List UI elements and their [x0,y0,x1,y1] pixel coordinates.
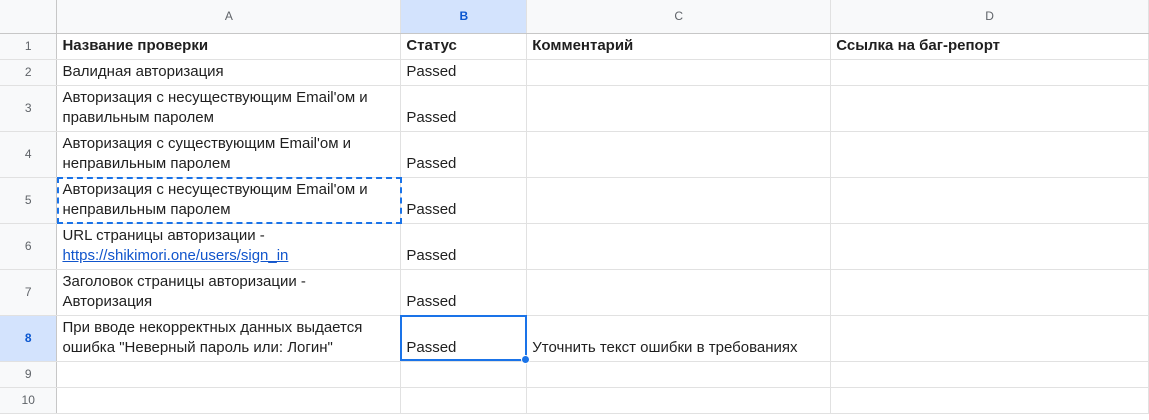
row-header[interactable]: 2 [0,59,58,86]
cell-b1[interactable]: Статус [400,33,528,60]
cell-d1[interactable]: Ссылка на баг-репорт [830,33,1149,60]
column-header-d[interactable]: D [830,0,1149,34]
cell-b7[interactable]: Passed [400,269,528,316]
cell-d10[interactable] [830,387,1149,414]
cell-d2[interactable] [830,59,1149,86]
cell-c8[interactable]: Уточнить текст ошибки в требованиях [526,315,832,362]
cell-c3[interactable] [526,85,832,132]
cell-c1[interactable]: Комментарий [526,33,832,60]
cell-a3[interactable]: Авторизация с несуществующим Email'ом и … [56,85,402,132]
cell-a9[interactable] [56,361,402,388]
cell-b2[interactable]: Passed [400,59,528,86]
cell-a5[interactable]: Авторизация с несуществующим Email'ом и … [56,177,402,224]
column-header-a[interactable]: A [56,0,402,34]
row-header[interactable]: 3 [0,85,58,132]
cell-b10[interactable] [400,387,528,414]
cell-c10[interactable] [526,387,832,414]
row-header[interactable]: 1 [0,33,58,60]
cell-d4[interactable] [830,131,1149,178]
cell-b3[interactable]: Passed [400,85,528,132]
cell-c6[interactable] [526,223,832,270]
cell-a4[interactable]: Авторизация с существующим Email'ом и не… [56,131,402,178]
cell-a6[interactable]: URL страницы авторизации - https://shiki… [56,223,402,270]
cell-a2[interactable]: Валидная авторизация [56,59,402,86]
cell-c4[interactable] [526,131,832,178]
cell-c5[interactable] [526,177,832,224]
cell-b6[interactable]: Passed [400,223,528,270]
cell-d3[interactable] [830,85,1149,132]
column-header-b[interactable]: B [400,0,528,34]
cell-b9[interactable] [400,361,528,388]
column-header-c[interactable]: C [526,0,832,34]
cell-c7[interactable] [526,269,832,316]
cell-a8[interactable]: При вводе некорректных данных выдается о… [56,315,402,362]
cell-b4[interactable]: Passed [400,131,528,178]
sign-in-url-link[interactable]: https://shikimori.one/users/sign_in [62,247,288,264]
cell-a7[interactable]: Заголовок страницы авторизации - Авториз… [56,269,402,316]
row-header[interactable]: 7 [0,269,58,316]
fill-handle[interactable] [521,355,530,364]
cell-a10[interactable] [56,387,402,414]
cell-c9[interactable] [526,361,832,388]
row-header[interactable]: 6 [0,223,58,270]
row-header-selected[interactable]: 8 [0,315,58,362]
cell-d9[interactable] [830,361,1149,388]
row-header[interactable]: 9 [0,361,58,388]
cell-b5[interactable]: Passed [400,177,528,224]
spreadsheet-grid: A B C D 1 Название проверки Статус Комме… [0,0,1149,414]
cell-d6[interactable] [830,223,1149,270]
row-header[interactable]: 10 [0,387,58,414]
cell-d5[interactable] [830,177,1149,224]
cell-d7[interactable] [830,269,1149,316]
cell-b8-active[interactable]: Passed [400,315,528,362]
cell-c2[interactable] [526,59,832,86]
select-all-corner[interactable] [0,0,58,34]
cell-a6-text: URL страницы авторизации - [62,226,265,244]
cell-a1[interactable]: Название проверки [56,33,402,60]
cell-d8[interactable] [830,315,1149,362]
row-header[interactable]: 5 [0,177,58,224]
row-header[interactable]: 4 [0,131,58,178]
